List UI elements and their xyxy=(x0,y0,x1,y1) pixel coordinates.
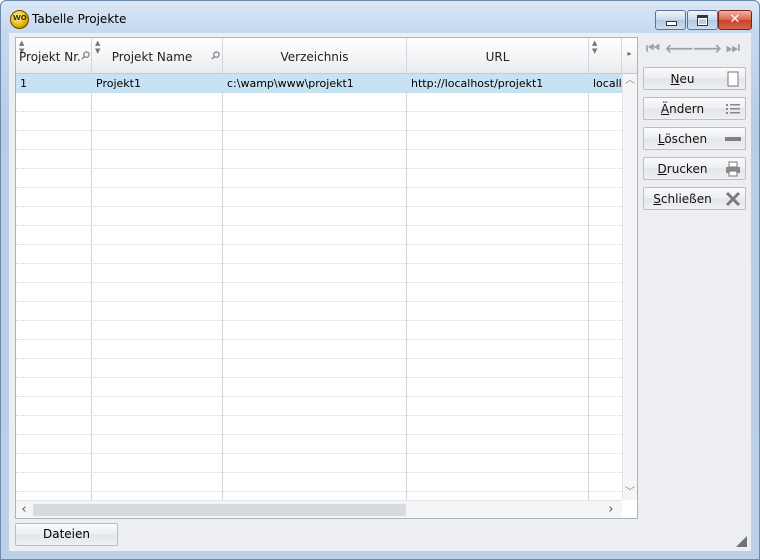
app-icon-text: WO xyxy=(13,14,27,22)
chevron-down-icon[interactable]: ﹀ xyxy=(623,486,637,500)
close-button[interactable]: ✕ xyxy=(718,10,752,30)
cell-verzeichnis: c:\wamp\www\projekt1 xyxy=(227,77,354,90)
cell-projekt-nr: 1 xyxy=(20,77,27,90)
scrollbar-thumb[interactable] xyxy=(33,504,406,516)
empty-row xyxy=(16,93,622,112)
empty-row xyxy=(16,435,622,454)
empty-row xyxy=(16,321,622,340)
column-header-projekt-nr[interactable]: ▲ ▼ Projekt Nr. xyxy=(16,38,92,74)
empty-row xyxy=(16,226,622,245)
dateien-button[interactable]: Dateien xyxy=(15,523,118,546)
empty-row xyxy=(16,207,622,226)
loeschen-button-label: Löschen xyxy=(657,132,708,146)
maximize-button[interactable] xyxy=(687,10,718,30)
projects-table[interactable]: ▲ ▼ Projekt Nr. ▲ ▼ Projekt Name Verzeichn… xyxy=(15,37,638,519)
window-title: Tabelle Projekte xyxy=(32,12,127,26)
next-record-icon[interactable]: ⟶ xyxy=(693,37,722,59)
list-edit-icon xyxy=(726,104,740,114)
record-navigator: ⏮ ⟵ ⟶ ⏭ xyxy=(643,37,747,59)
empty-row xyxy=(16,340,622,359)
empty-row xyxy=(16,378,622,397)
column-header-label: URL xyxy=(485,50,510,64)
scroll-columns-right-button[interactable]: ▸ xyxy=(622,38,637,74)
empty-row xyxy=(16,454,622,473)
empty-row xyxy=(16,416,622,435)
column-header-label: Projekt Name xyxy=(111,50,193,64)
empty-row xyxy=(16,150,622,169)
client-area: ▲ ▼ Projekt Nr. ▲ ▼ Projekt Name Verzeichn… xyxy=(9,33,751,551)
empty-row xyxy=(16,397,622,416)
sort-arrows-icon: ▲ ▼ xyxy=(592,39,598,55)
close-icon: ✕ xyxy=(729,12,741,27)
previous-record-icon[interactable]: ⟵ xyxy=(665,37,694,59)
chevron-right-icon[interactable]: › xyxy=(603,501,619,518)
search-icon[interactable] xyxy=(211,51,220,60)
vertical-scrollbar[interactable]: ︿ ﹀ xyxy=(622,74,637,500)
close-x-icon xyxy=(725,191,741,207)
column-header-url[interactable]: URL xyxy=(407,38,589,74)
resize-grip-icon[interactable] xyxy=(736,536,747,547)
drucken-button[interactable]: Drucken xyxy=(643,157,746,180)
empty-row xyxy=(16,112,622,131)
column-header-projekt-name[interactable]: ▲ ▼ Projekt Name xyxy=(92,38,223,74)
new-document-icon xyxy=(727,71,739,87)
chevron-left-icon[interactable]: ‹ xyxy=(16,501,32,518)
empty-row xyxy=(16,245,622,264)
table-header: ▲ ▼ Projekt Nr. ▲ ▼ Projekt Name Verzeichn… xyxy=(16,38,637,74)
cell-url: http://localhost/projekt1 xyxy=(411,77,544,90)
minimize-button[interactable] xyxy=(655,10,686,30)
chevron-up-icon[interactable]: ︿ xyxy=(623,74,637,88)
empty-row xyxy=(16,169,622,188)
cell-projekt-name: Projekt1 xyxy=(96,77,141,90)
last-record-icon[interactable]: ⏭ xyxy=(723,37,743,59)
aendern-button[interactable]: Ändern xyxy=(643,97,746,120)
horizontal-scrollbar[interactable]: ‹ › xyxy=(16,500,622,518)
neu-button[interactable]: Neu xyxy=(643,67,746,90)
neu-button-label: Neu xyxy=(670,72,695,86)
schliessen-button[interactable]: Schließen xyxy=(643,187,746,210)
schliessen-button-label: Schließen xyxy=(653,192,712,206)
empty-row xyxy=(16,264,622,283)
empty-row xyxy=(16,131,622,150)
first-record-icon[interactable]: ⏮ xyxy=(643,37,663,59)
empty-row xyxy=(16,302,622,321)
column-header-verzeichnis[interactable]: Verzeichnis xyxy=(223,38,407,74)
app-icon[interactable]: WO xyxy=(10,10,29,29)
empty-row xyxy=(16,473,622,492)
empty-row xyxy=(16,188,622,207)
chevron-right-icon: ▸ xyxy=(627,49,632,58)
column-header-extra[interactable]: ▲ ▼ xyxy=(589,38,622,74)
scroll-corner xyxy=(622,500,637,518)
main-window: WO Tabelle Projekte ✕ ▲ ▼ Projekt Nr. ▲ ▼ … xyxy=(0,0,760,560)
loeschen-button[interactable]: Löschen xyxy=(643,127,746,150)
drucken-button-label: Drucken xyxy=(657,162,708,176)
title-bar[interactable]: WO Tabelle Projekte ✕ xyxy=(1,1,759,33)
empty-row xyxy=(16,359,622,378)
printer-icon xyxy=(726,161,740,177)
minus-icon xyxy=(725,137,741,141)
empty-row xyxy=(16,283,622,302)
column-header-label: Verzeichnis xyxy=(280,50,349,64)
aendern-button-label: Ändern xyxy=(660,102,705,116)
cell-extra: locall xyxy=(593,77,622,90)
search-icon[interactable] xyxy=(81,51,90,60)
table-row[interactable]: 1 Projekt1 c:\wamp\www\projekt1 http://l… xyxy=(16,74,622,93)
